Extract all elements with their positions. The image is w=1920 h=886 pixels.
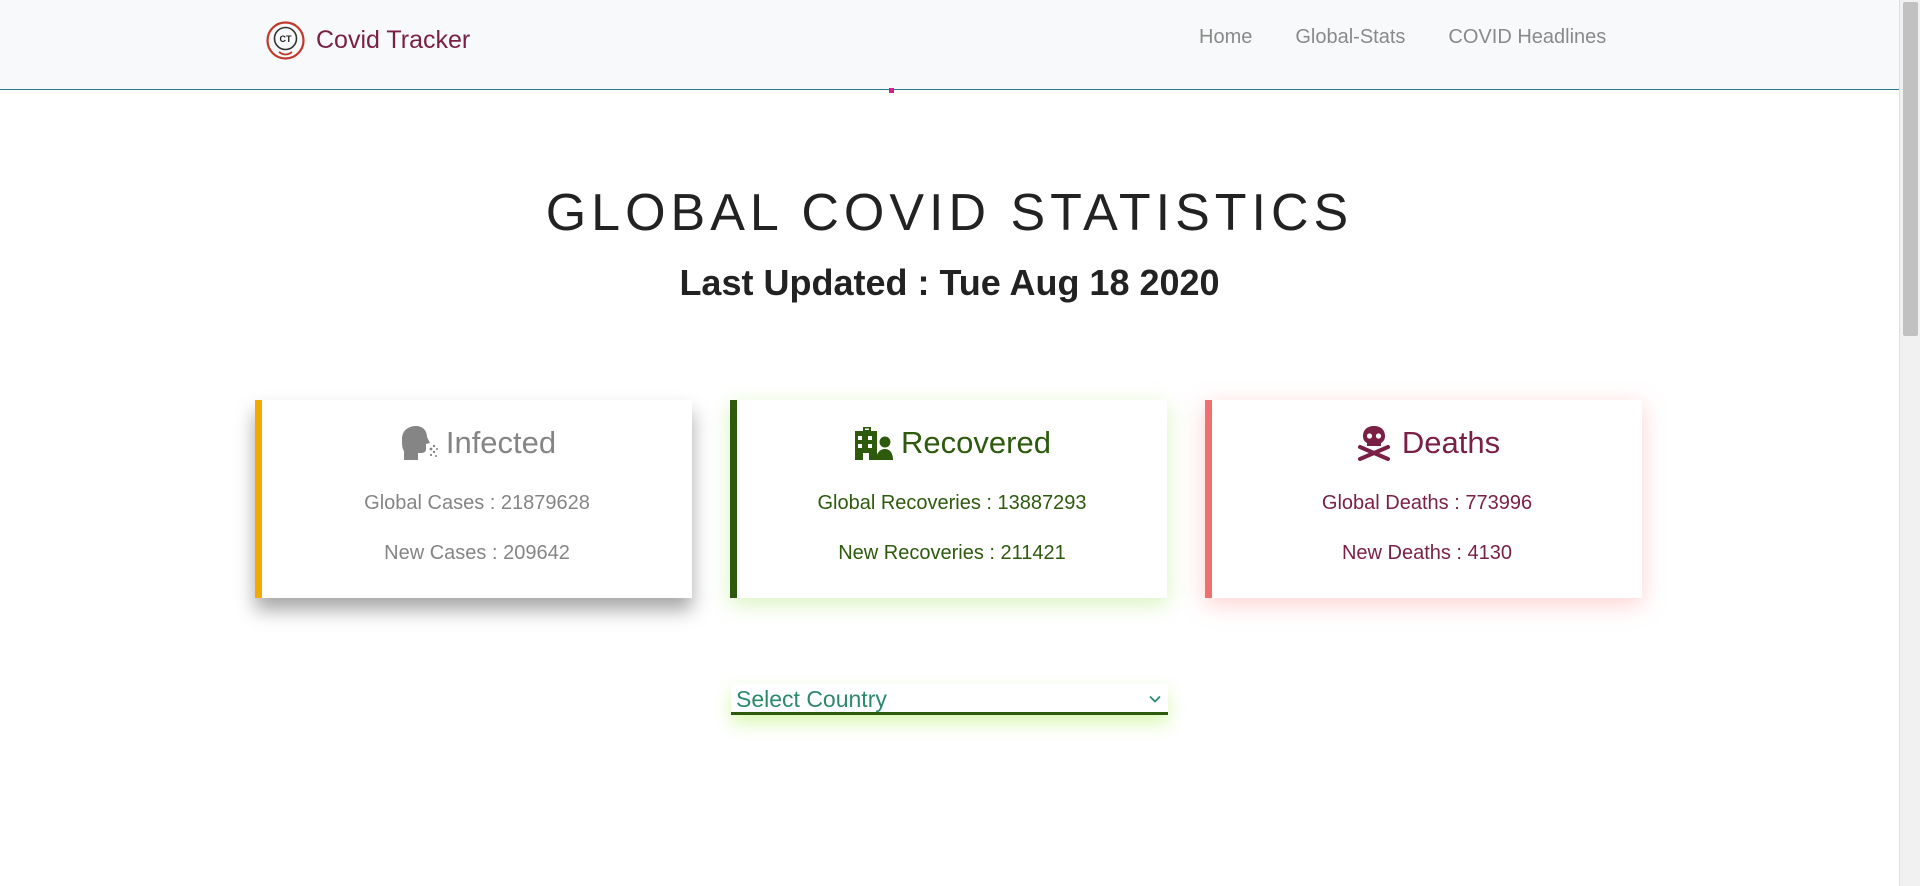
- brand-mark-text: CT: [280, 34, 292, 44]
- country-select-value: Select Country: [736, 686, 887, 712]
- skull-crossbones-icon: [1357, 426, 1390, 461]
- deaths-card-header: Deaths: [1212, 422, 1642, 464]
- global-cases-text: Global Cases : 21879628: [364, 492, 590, 514]
- nav-link-home[interactable]: Home: [1199, 26, 1252, 49]
- brand-name: Covid Tracker: [316, 25, 471, 54]
- nav-link-covid-headlines[interactable]: COVID Headlines: [1448, 26, 1606, 49]
- deaths-heading: Deaths: [1401, 425, 1501, 460]
- covid-tracker-logo-icon: CT: [266, 20, 305, 60]
- global-deaths-text: Global Deaths : 773996: [1321, 492, 1533, 514]
- page-title: GLOBAL COVID STATISTICS: [545, 184, 1354, 242]
- nav-links: Home Global-Stats COVID Headlines: [1199, 26, 1649, 49]
- navbar: CT Covid Tracker Home Global-Stats COVID…: [0, 0, 1899, 90]
- global-recoveries-text: Global Recoveries : 13887293: [817, 492, 1087, 514]
- infected-card-header: Infected: [262, 422, 692, 464]
- country-select[interactable]: Select Country: [731, 684, 1168, 715]
- deaths-card: Deaths Global Deaths : 773996 New Deaths…: [1205, 400, 1642, 598]
- infected-heading: Infected: [445, 425, 557, 460]
- hospital-user-icon: [855, 427, 894, 460]
- recovered-card: Recovered Global Recoveries : 13887293 N…: [730, 400, 1167, 598]
- chevron-down-icon: [1149, 695, 1161, 703]
- scrollbar-thumb[interactable]: [1903, 2, 1918, 336]
- head-sneeze-icon: [401, 426, 438, 460]
- recovered-card-header: Recovered: [737, 422, 1167, 464]
- last-updated-text: Last Updated : Tue Aug 18 2020: [679, 262, 1220, 303]
- brand-link[interactable]: CT Covid Tracker: [265, 19, 470, 61]
- new-recoveries-text: New Recoveries : 211421: [838, 542, 1066, 564]
- nav-link-global-stats[interactable]: Global-Stats: [1295, 26, 1405, 49]
- new-cases-text: New Cases : 209642: [384, 542, 570, 564]
- infected-card: Infected Global Cases : 21879628 New Cas…: [255, 400, 692, 598]
- nav-active-marker: [889, 88, 894, 93]
- recovered-heading: Recovered: [901, 425, 1051, 460]
- new-deaths-text: New Deaths : 4130: [1341, 542, 1513, 564]
- page-scrollbar[interactable]: [1899, 0, 1920, 886]
- page: CT Covid Tracker Home Global-Stats COVID…: [0, 0, 1920, 886]
